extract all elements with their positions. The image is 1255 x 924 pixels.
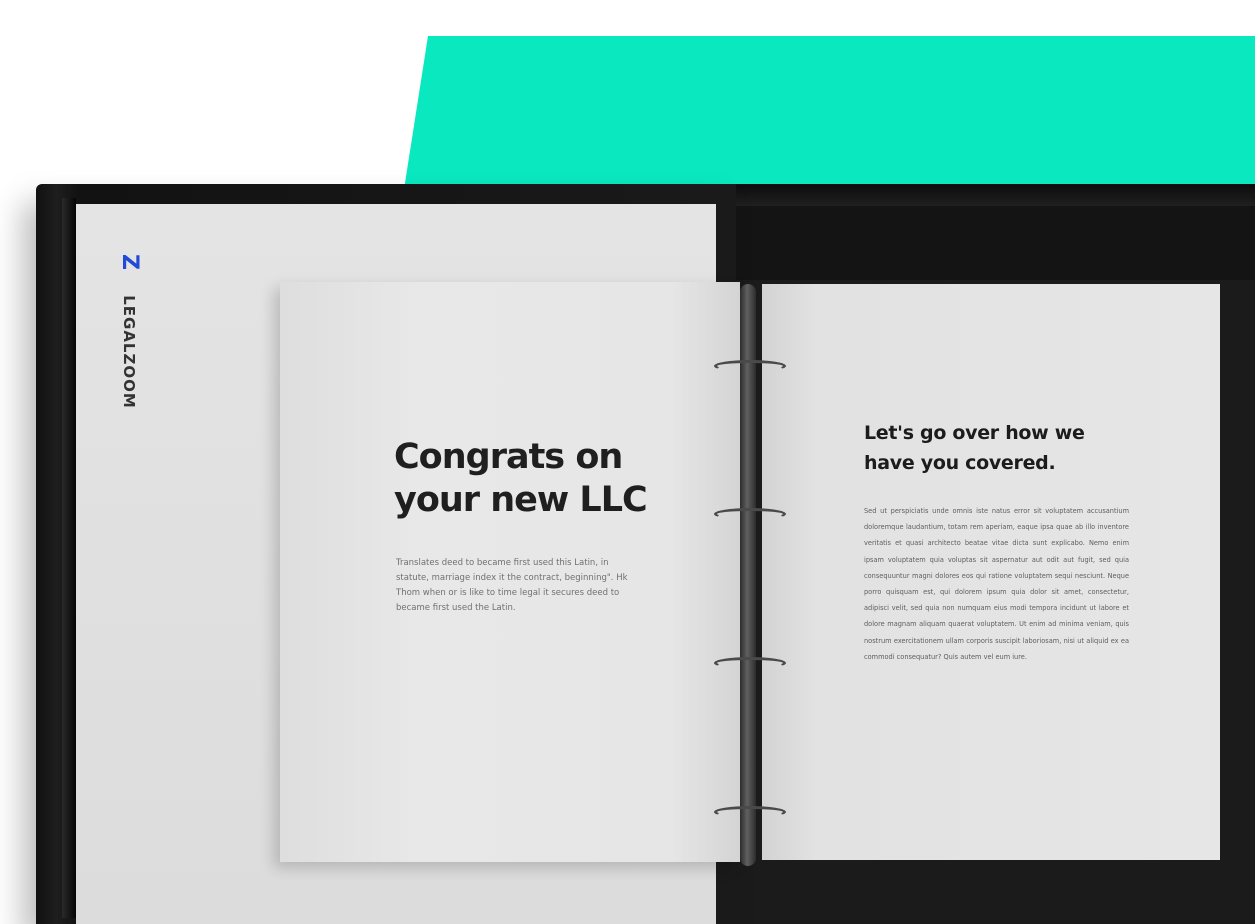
binder-ring [714,806,786,818]
binder-ring [714,360,786,372]
right-page-body: Sed ut perspiciatis unde omnis iste natu… [864,507,1129,661]
binder-back-panel [712,206,1255,280]
left-page-body: Translates deed to became first used thi… [396,558,628,613]
brand-logo-text: LEGALZOOM [120,295,138,409]
brand-logo: Z LEGALZOOM [116,252,142,432]
right-page-headline: Let's go over how we have you covered. [864,422,1085,474]
binder-back-cover-edge [712,184,1255,206]
left-page-headline: Congrats on your new LLC [394,437,648,520]
binder-ring [714,657,786,669]
brand-logo-mark-icon: Z [117,254,142,270]
binder-ring [714,508,786,520]
binder-cover-edge [62,198,76,918]
